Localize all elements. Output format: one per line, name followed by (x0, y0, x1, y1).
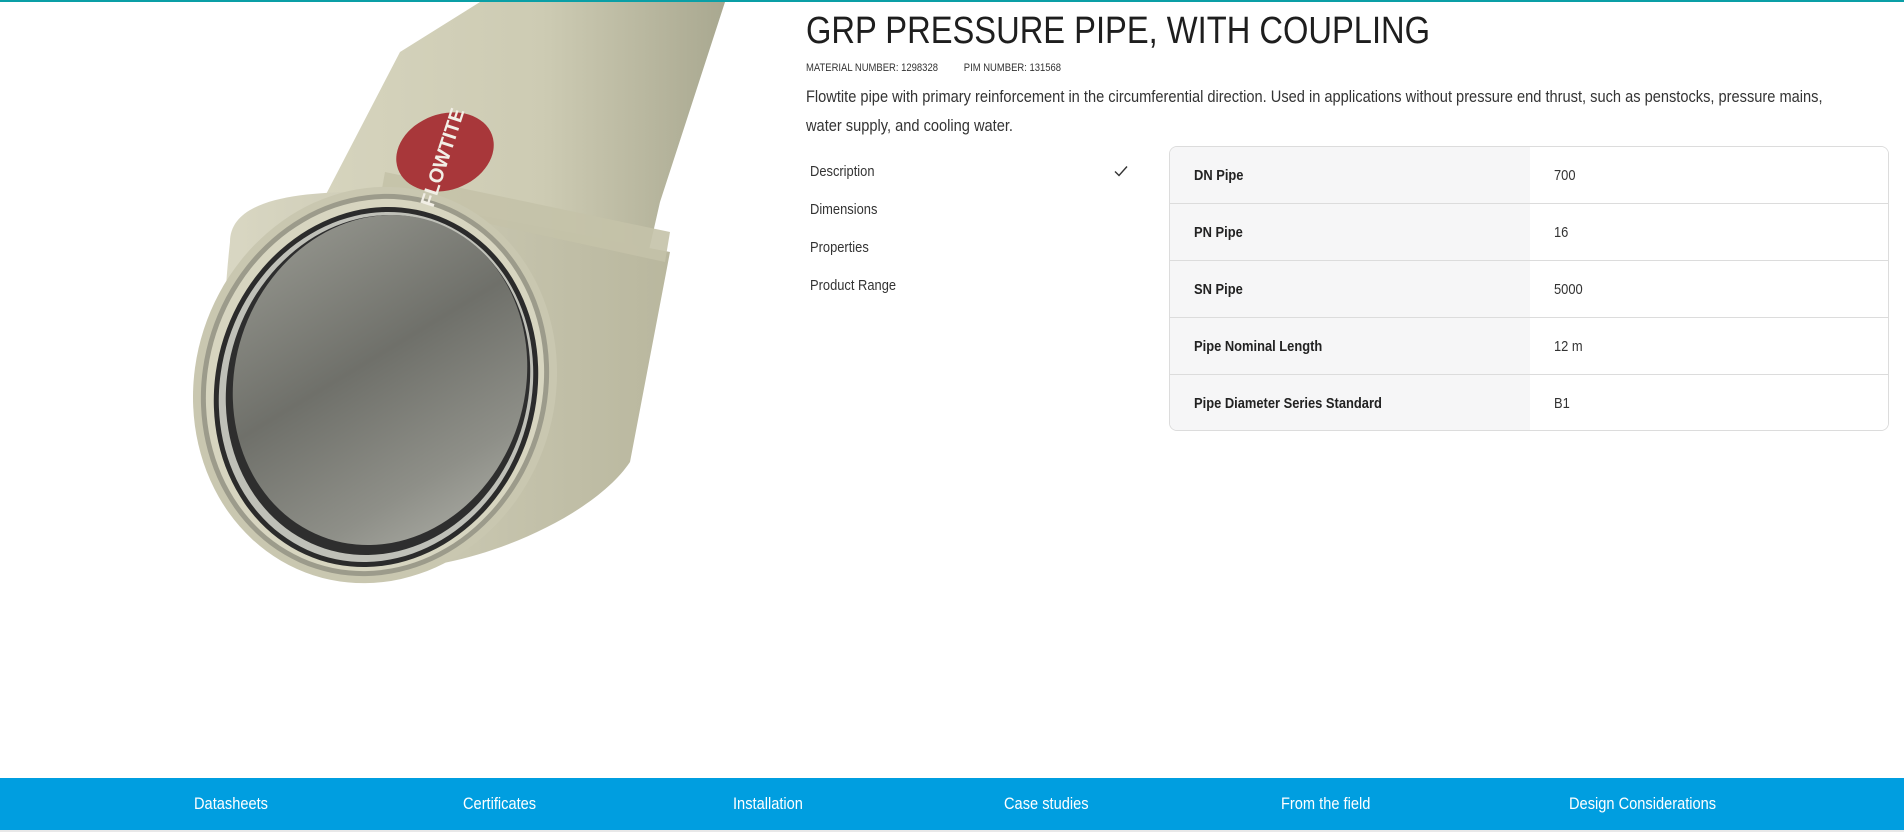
nav-link-datasheets[interactable]: Datasheets (194, 778, 280, 830)
nav-link-installation[interactable]: Installation (733, 778, 814, 830)
spec-key-text: SN Pipe (1194, 280, 1243, 298)
spec-key: DN Pipe (1170, 147, 1530, 203)
nav-link-label: From the field (1281, 794, 1371, 813)
product-description: Flowtite pipe with primary reinforcement… (806, 87, 1823, 135)
table-row: PN Pipe 16 (1170, 204, 1888, 261)
spec-value: B1 (1530, 375, 1888, 430)
table-row: Pipe Nominal Length 12 m (1170, 318, 1888, 375)
spec-nav-label: Dimensions (810, 200, 878, 218)
spec-nav-label: Properties (810, 238, 869, 256)
spec-key: SN Pipe (1170, 261, 1530, 317)
bottom-nav-bar: Datasheets Certificates Installation Cas… (0, 778, 1904, 830)
spec-value: 700 (1530, 147, 1888, 203)
material-number: MATERIAL NUMBER: 1298328 (806, 62, 938, 74)
spec-key: Pipe Diameter Series Standard (1170, 375, 1530, 430)
spec-value: 12 m (1530, 318, 1888, 374)
spec-nav-item-product-range[interactable]: Product Range (806, 266, 1136, 304)
spec-key-text: Pipe Diameter Series Standard (1194, 394, 1382, 412)
table-row: Pipe Diameter Series Standard B1 (1170, 375, 1888, 430)
nav-link-label: Datasheets (194, 794, 268, 813)
spec-nav-label: Description (810, 162, 875, 180)
page-title: GRP PRESSURE PIPE, WITH COUPLING (806, 10, 1431, 52)
spec-key: PN Pipe (1170, 204, 1530, 260)
table-row: SN Pipe 5000 (1170, 261, 1888, 318)
pim-number: PIM NUMBER: 131568 (963, 62, 1062, 74)
spec-value-text: 5000 (1554, 280, 1583, 298)
spec-value: 5000 (1530, 261, 1888, 317)
nav-link-label: Case studies (1004, 794, 1089, 813)
product-image: FLOWTITE (150, 2, 790, 602)
nav-link-from-the-field[interactable]: From the field (1281, 778, 1385, 830)
spec-key-text: Pipe Nominal Length (1194, 337, 1323, 355)
spec-key-text: DN Pipe (1194, 166, 1244, 184)
check-icon (1114, 166, 1128, 177)
spec-value-text: 12 m (1554, 337, 1583, 355)
spec-nav-item-dimensions[interactable]: Dimensions (806, 190, 1136, 228)
nav-link-certificates[interactable]: Certificates (463, 778, 548, 830)
spec-nav-label: Product Range (810, 276, 897, 294)
table-row: DN Pipe 700 (1170, 147, 1888, 204)
nav-link-label: Installation (733, 794, 803, 813)
nav-link-label: Design Considerations (1569, 794, 1717, 813)
product-info: GRP PRESSURE PIPE, WITH COUPLING MATERIA… (806, 0, 1886, 140)
spec-value: 16 (1530, 204, 1888, 260)
nav-link-label: Certificates (463, 794, 537, 813)
nav-link-design-considerations[interactable]: Design Considerations (1569, 778, 1740, 830)
spec-value-text: 700 (1554, 166, 1576, 184)
spec-nav-item-properties[interactable]: Properties (806, 228, 1136, 266)
spec-key-text: PN Pipe (1194, 223, 1243, 241)
spec-table: DN Pipe 700 PN Pipe 16 SN Pipe 5000 Pipe… (1169, 146, 1889, 431)
spec-value-text: 16 (1554, 223, 1569, 241)
product-identifiers: MATERIAL NUMBER: 1298328 PIM NUMBER: 131… (806, 62, 1735, 74)
spec-nav: Description Dimensions Properties Produc… (806, 152, 1136, 304)
spec-nav-item-description[interactable]: Description (806, 152, 1136, 190)
spec-value-text: B1 (1554, 394, 1570, 412)
nav-link-case-studies[interactable]: Case studies (1004, 778, 1102, 830)
spec-key: Pipe Nominal Length (1170, 318, 1530, 374)
